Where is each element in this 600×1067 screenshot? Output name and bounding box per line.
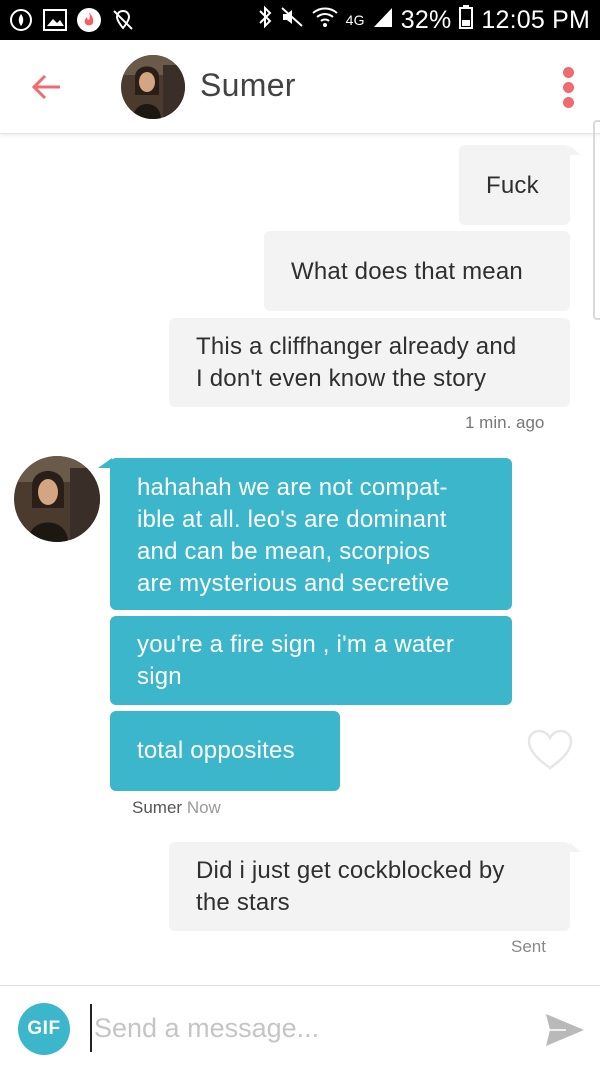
contact-avatar[interactable]	[121, 55, 185, 119]
signal-icon	[373, 6, 393, 35]
scroll-indicator	[593, 120, 600, 320]
notification-icons	[8, 7, 136, 33]
message-bubble-outgoing[interactable]: This a cliffhanger already and I don't e…	[169, 318, 570, 407]
sent-status: Sent	[511, 937, 546, 956]
bubble-tail	[569, 842, 581, 852]
message-bubble-incoming[interactable]: you're a fire sign , i'm a water sign	[110, 616, 512, 705]
sender-name: Sumer	[132, 798, 183, 817]
message-text: ible at all. leo's are dominant	[137, 506, 447, 533]
status-bar: 4G 32% 12:05 PM	[0, 0, 600, 40]
message-input[interactable]	[90, 1004, 490, 1052]
mute-icon	[280, 5, 304, 36]
image-notification-icon	[42, 7, 68, 33]
like-heart-icon[interactable]	[526, 728, 574, 772]
message-text: you're a fire sign , i'm a water	[137, 631, 455, 658]
message-bubble-incoming[interactable]: total opposites	[110, 711, 340, 791]
bluetooth-icon	[258, 5, 272, 36]
incoming-meta: Sumer Now	[132, 798, 221, 818]
message-text: total opposites	[137, 737, 295, 764]
location-off-icon	[110, 7, 136, 33]
message-text: Fuck	[486, 172, 539, 199]
clock: 12:05 PM	[481, 5, 590, 34]
bubble-tail	[569, 145, 581, 155]
send-icon[interactable]	[544, 1011, 586, 1049]
network-type: 4G	[345, 12, 365, 28]
gif-button[interactable]: GIF	[18, 1003, 70, 1055]
message-text: Did i just get cockblocked by	[196, 857, 505, 884]
message-text: This a cliffhanger already and	[196, 333, 517, 360]
message-timestamp: 1 min. ago	[465, 413, 545, 432]
bubble-tail	[98, 458, 112, 468]
contact-name[interactable]: Sumer	[200, 67, 296, 104]
incoming-timestamp: Now	[186, 798, 221, 817]
sender-avatar[interactable]	[14, 456, 100, 542]
message-text: and can be mean, scorpios	[137, 538, 431, 565]
message-text: sign	[137, 663, 182, 690]
message-bubble-outgoing[interactable]: What does that mean	[264, 231, 570, 311]
battery-percent: 32%	[400, 5, 452, 34]
message-bubble-incoming[interactable]: hahahah we are not compat- ible at all. …	[110, 458, 512, 610]
wifi-icon	[312, 6, 338, 35]
tinder-flame-icon	[76, 7, 102, 33]
message-bubble-outgoing[interactable]: Fuck	[459, 145, 570, 225]
battery-icon	[459, 4, 474, 36]
message-text: I don't even know the story	[196, 365, 487, 392]
message-text: are mysterious and secretive	[137, 570, 450, 597]
back-arrow-icon[interactable]	[30, 70, 64, 104]
message-composer: GIF	[0, 985, 600, 1067]
message-text: the stars	[196, 889, 290, 916]
more-options-icon[interactable]	[561, 67, 575, 109]
message-bubble-outgoing[interactable]: Did i just get cockblocked by the stars	[169, 842, 570, 931]
app-notification-icon	[8, 7, 34, 33]
system-status: 4G 32% 12:05 PM	[258, 0, 590, 40]
chat-header: Sumer	[0, 40, 600, 134]
message-text: hahahah we are not compat-	[137, 474, 448, 501]
message-text: What does that mean	[291, 258, 523, 285]
